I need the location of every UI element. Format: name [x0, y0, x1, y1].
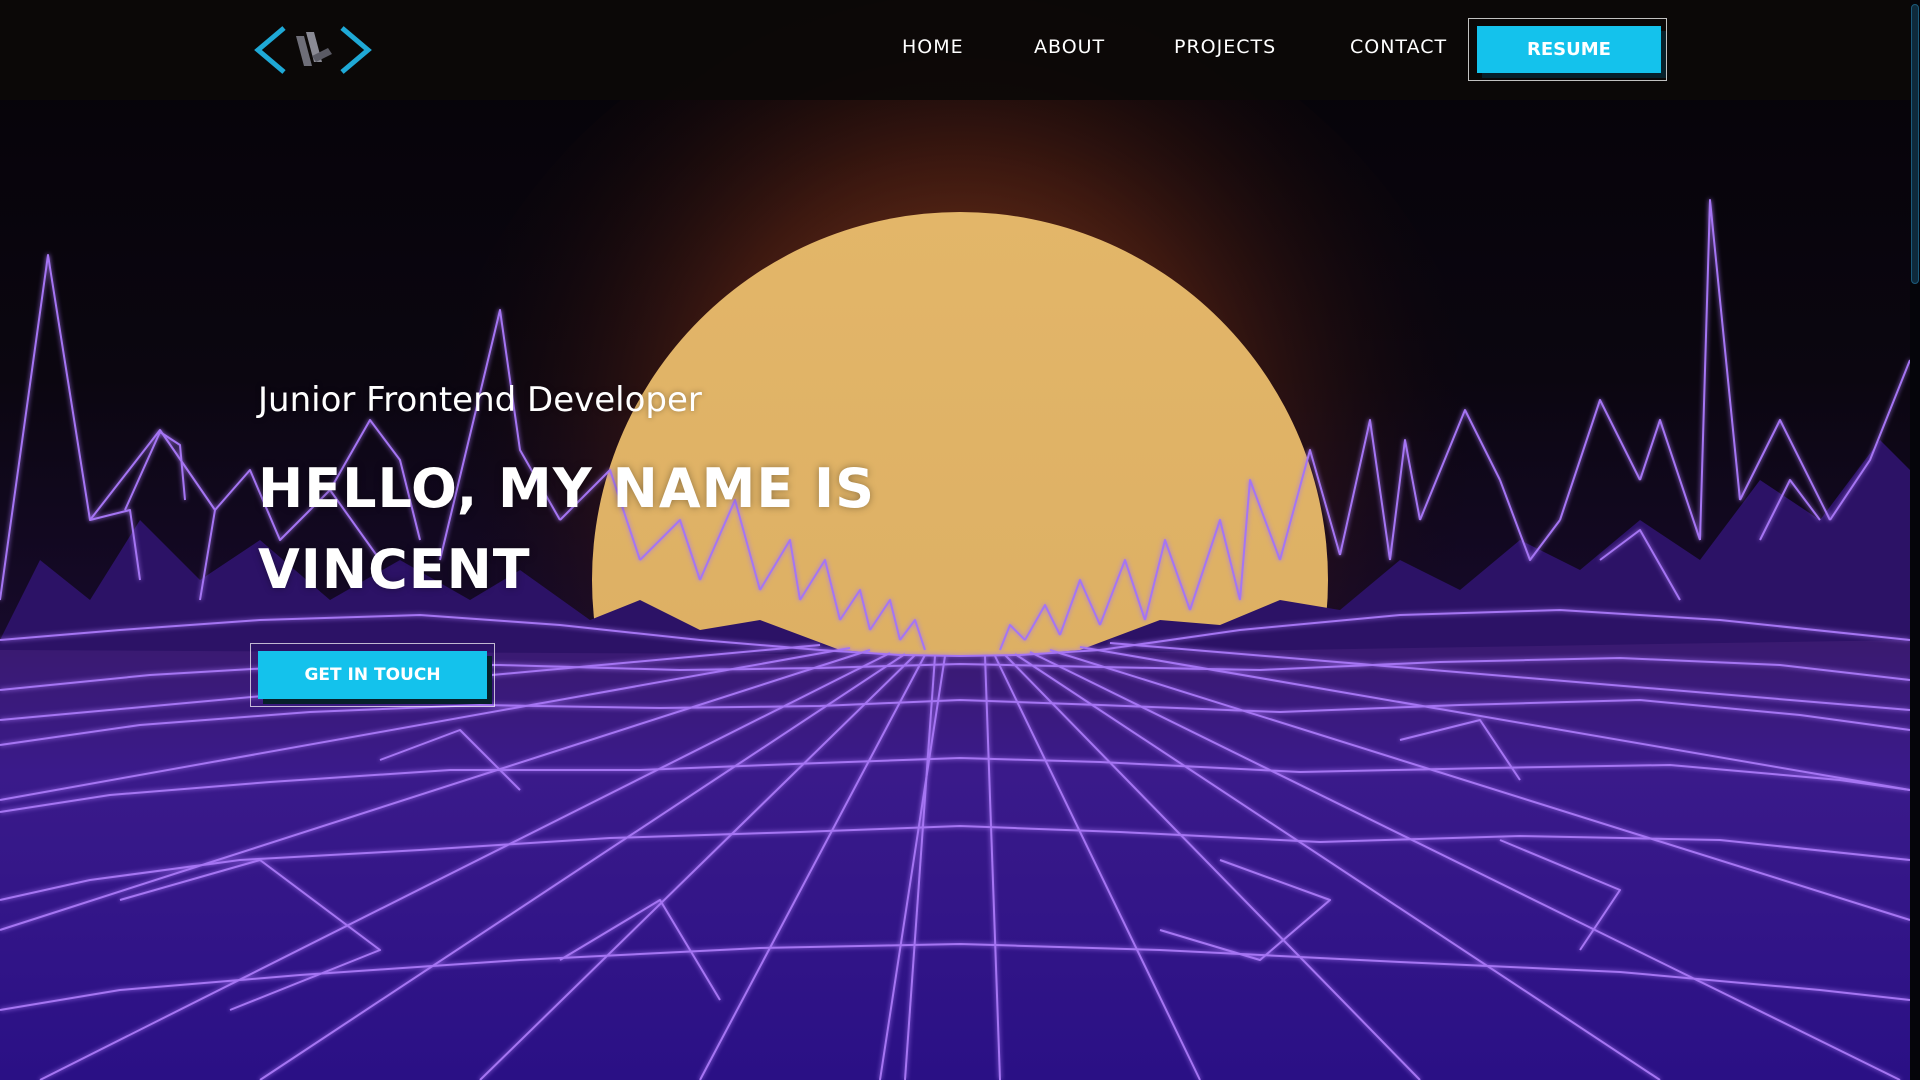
resume-button[interactable]: RESUME [1477, 26, 1661, 73]
nav-link-home[interactable]: HOME [902, 36, 964, 58]
hero-title-line-2: VINCENT [258, 538, 531, 601]
hero-title-line-1: HELLO, MY NAME IS [258, 457, 876, 520]
portfolio-page: HOME ABOUT PROJECTS CONTACT RESUME Junio… [0, 0, 1920, 1080]
hero-subtitle: Junior Frontend Developer [258, 380, 702, 420]
nav-link-projects[interactable]: PROJECTS [1174, 36, 1276, 58]
hero-title: HELLO, MY NAME IS VINCENT [258, 448, 938, 610]
top-navbar: HOME ABOUT PROJECTS CONTACT RESUME [0, 0, 1910, 100]
nav-link-about[interactable]: ABOUT [1034, 36, 1105, 58]
get-in-touch-button[interactable]: GET IN TOUCH [258, 651, 487, 699]
page-scrollbar-thumb[interactable] [1911, 4, 1919, 284]
nav-link-contact[interactable]: CONTACT [1350, 36, 1447, 58]
